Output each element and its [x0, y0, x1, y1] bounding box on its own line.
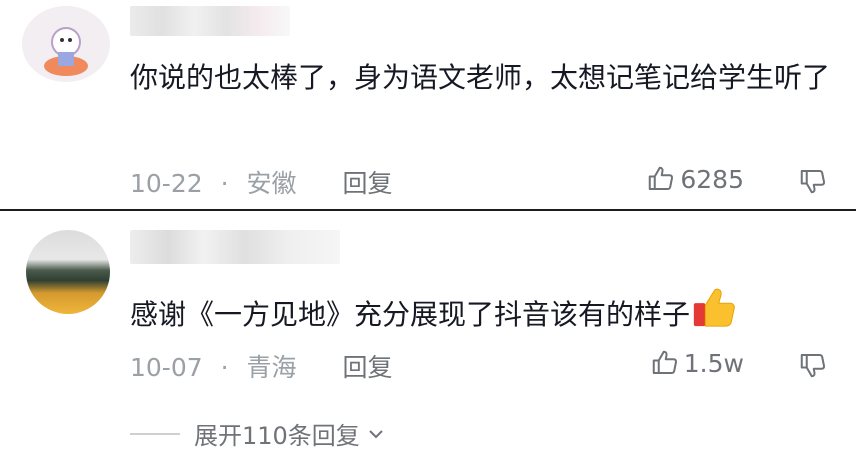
thumbs-down-outline-icon[interactable] [798, 350, 828, 380]
comment-text: 感谢《一方见地》充分展现了抖音该有的样子 [130, 284, 830, 341]
meta-separator: · [220, 353, 229, 382]
comment-location: 青海 [246, 353, 297, 382]
avatar[interactable] [22, 6, 110, 82]
meta-separator: · [220, 169, 229, 198]
thumbs-up-outline-icon [652, 350, 677, 374]
comment-item: 感谢《一方见地》充分展现了抖音该有的样子 10-07 · 青海 回复 1.5w … [0, 212, 856, 452]
like-button[interactable]: 1.5w [650, 348, 744, 378]
reply-button[interactable]: 回复 [342, 353, 392, 382]
avatar[interactable] [26, 230, 110, 314]
username-blurred[interactable] [130, 230, 340, 264]
thumbs-up-emoji [693, 288, 735, 327]
comment-location: 安徽 [246, 169, 297, 198]
reply-button[interactable]: 回复 [342, 169, 392, 198]
comment-text: 你说的也太棒了，身为语文老师，太想记笔记给学生听了 [130, 61, 831, 94]
expand-label: 展开110条回复 [194, 422, 360, 450]
username-blurred[interactable] [130, 6, 290, 36]
expand-replies-button[interactable]: 展开110条回复 [130, 416, 388, 451]
like-count: 6285 [680, 164, 744, 194]
expand-line [130, 432, 180, 435]
like-count: 1.5w [683, 348, 744, 378]
comment-item: 你说的也太棒了，身为语文老师，太想记笔记给学生听了 10-22 · 安徽 回复 … [0, 0, 856, 210]
comment-date: 10-07 [130, 353, 203, 382]
divider [0, 209, 856, 211]
comment-date: 10-22 [130, 169, 203, 198]
comment-meta: 10-22 · 安徽 回复 [130, 164, 393, 200]
comment-meta: 10-07 · 青海 回复 [130, 348, 393, 384]
like-button[interactable]: 6285 [646, 164, 744, 194]
chevron-down-icon [369, 429, 383, 438]
thumbs-down-outline-icon[interactable] [798, 166, 828, 196]
comment-text-body: 感谢《一方见地》充分展现了抖音该有的样子 [130, 298, 691, 331]
thumbs-up-outline-icon [649, 166, 674, 190]
